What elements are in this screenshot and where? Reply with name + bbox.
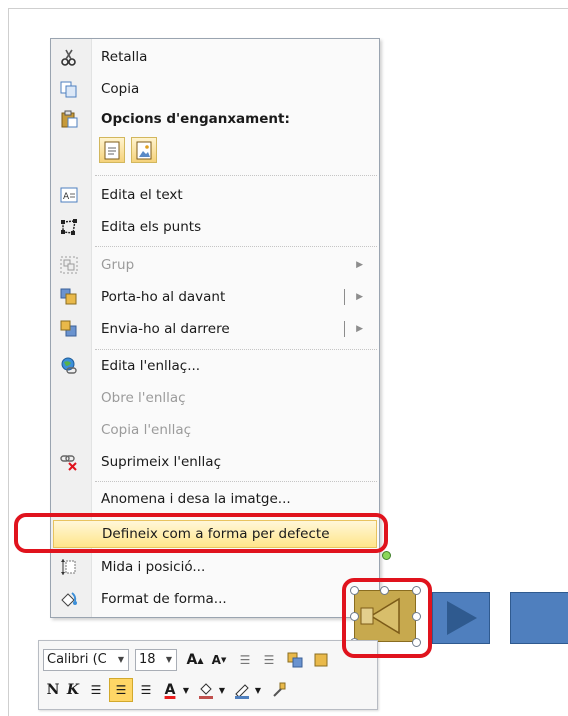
bring-forward-icon xyxy=(60,288,78,306)
remove-link-icon xyxy=(60,453,78,471)
menu-item-retalla[interactable]: Retalla xyxy=(51,42,379,72)
scissors-icon xyxy=(60,48,78,66)
menu-item-envia-darrere[interactable]: Envia-ho al darrere ▶ xyxy=(51,314,379,344)
menu-item-label: Edita el text xyxy=(101,187,183,203)
menu-item-anomena-desa-imatge[interactable]: Anomena i desa la imatge... xyxy=(51,484,379,514)
chevron-down-icon[interactable]: ▼ xyxy=(253,679,263,701)
size-position-icon xyxy=(60,558,78,576)
menu-item-label: Copia l'enllaç xyxy=(101,422,192,438)
shrink-font-icon[interactable]: A ▼ xyxy=(209,649,229,671)
action-button-forward-shape[interactable] xyxy=(432,592,490,644)
send-backward-icon xyxy=(60,320,78,338)
menu-item-label: Anomena i desa la imatge... xyxy=(101,491,291,507)
menu-separator xyxy=(95,246,377,247)
menu-item-label: Edita l'enllaç... xyxy=(101,358,201,374)
action-button-end-shape[interactable] xyxy=(510,592,568,644)
menu-item-mida-posicio[interactable]: Mida i posició... xyxy=(51,552,379,582)
increase-indent-icon[interactable]: ☰ xyxy=(259,649,279,671)
rotation-handle[interactable] xyxy=(382,551,391,560)
menu-item-label: Envia-ho al darrere xyxy=(101,321,230,337)
mini-toolbar: Calibri (C ▼ 18 ▼ A ▲ A ▼ ☰ ☰ N K ☰ ☰ ☰ A … xyxy=(38,640,378,710)
paste-icon xyxy=(60,110,78,128)
menu-item-label: Obre l'enllaç xyxy=(101,390,186,406)
menu-item-label: Mida i posició... xyxy=(101,559,206,575)
line-color-icon[interactable] xyxy=(231,679,253,701)
format-painter-icon[interactable] xyxy=(269,679,289,701)
text-box-icon: A xyxy=(60,186,78,204)
grow-font-icon[interactable]: A ▲ xyxy=(185,649,205,671)
menu-item-label: Format de forma... xyxy=(101,591,227,607)
align-left-icon[interactable]: ☰ xyxy=(87,679,105,701)
menu-item-porta-davant[interactable]: Porta-ho al davant ▶ xyxy=(51,282,379,312)
chevron-down-icon[interactable]: ▼ xyxy=(217,679,227,701)
arrange-icon[interactable] xyxy=(285,649,305,671)
font-name-value: Calibri (C xyxy=(47,652,107,667)
italic-button[interactable]: K xyxy=(65,679,81,701)
bold-button[interactable]: N xyxy=(45,679,61,701)
highlight-annotation-menu-item xyxy=(14,513,388,553)
split-divider xyxy=(344,289,345,305)
menu-item-edita-enllac[interactable]: Edita l'enllaç... xyxy=(51,351,379,381)
menu-item-suprimeix-enllac[interactable]: Suprimeix l'enllaç xyxy=(51,447,379,477)
font-size-value: 18 xyxy=(139,652,156,667)
svg-text:A: A xyxy=(63,192,70,202)
menu-item-grup[interactable]: Grup ▶ xyxy=(51,250,379,280)
paste-options-row xyxy=(99,137,157,163)
menu-item-copia[interactable]: Copia xyxy=(51,74,379,104)
font-name-combobox[interactable]: Calibri (C ▼ xyxy=(43,649,129,671)
split-divider xyxy=(344,321,345,337)
highlight-annotation-shape xyxy=(342,578,432,658)
submenu-arrow-icon[interactable]: ▶ xyxy=(356,324,363,334)
menu-separator xyxy=(95,349,377,350)
menu-item-label: Suprimeix l'enllaç xyxy=(101,454,222,470)
menu-item-label: Edita els punts xyxy=(101,219,202,235)
hyperlink-globe-icon xyxy=(60,357,78,375)
menu-item-label: Copia xyxy=(101,81,140,97)
menu-item-paste-options: Opcions d'enganxament: xyxy=(51,104,379,134)
menu-separator xyxy=(95,175,377,176)
font-size-combobox[interactable]: 18 ▼ xyxy=(135,649,177,671)
group-icon xyxy=(60,256,78,274)
chevron-down-icon[interactable]: ▼ xyxy=(114,650,128,670)
quick-styles-icon[interactable] xyxy=(311,649,331,671)
menu-item-obre-enllac[interactable]: Obre l'enllaç xyxy=(51,383,379,413)
submenu-arrow-icon: ▶ xyxy=(356,260,363,270)
chevron-down-icon[interactable]: ▼ xyxy=(181,679,191,701)
fill-color-icon[interactable] xyxy=(195,679,217,701)
align-right-icon[interactable]: ☰ xyxy=(137,679,155,701)
menu-item-label: Retalla xyxy=(101,49,148,65)
align-center-icon[interactable]: ☰ xyxy=(109,678,133,702)
submenu-arrow-icon[interactable]: ▶ xyxy=(356,292,363,302)
menu-item-label: Porta-ho al davant xyxy=(101,289,226,305)
menu-separator xyxy=(95,481,377,482)
decrease-indent-icon[interactable]: ☰ xyxy=(235,649,255,671)
paste-picture-button[interactable] xyxy=(131,137,157,163)
font-color-icon[interactable]: A xyxy=(159,679,181,701)
menu-item-label: Grup xyxy=(101,257,135,273)
menu-item-label: Opcions d'enganxament: xyxy=(101,111,290,127)
copy-icon xyxy=(60,80,78,98)
paste-keep-source-button[interactable] xyxy=(99,137,125,163)
menu-item-edita-punts[interactable]: Edita els punts xyxy=(51,212,379,242)
menu-item-edita-text[interactable]: A Edita el text xyxy=(51,180,379,210)
edit-points-icon xyxy=(60,218,78,236)
menu-item-copia-enllac[interactable]: Copia l'enllaç xyxy=(51,415,379,445)
chevron-down-icon[interactable]: ▼ xyxy=(162,650,176,670)
menu-item-format-forma[interactable]: Format de forma... xyxy=(51,584,379,614)
format-shape-icon xyxy=(60,590,78,608)
